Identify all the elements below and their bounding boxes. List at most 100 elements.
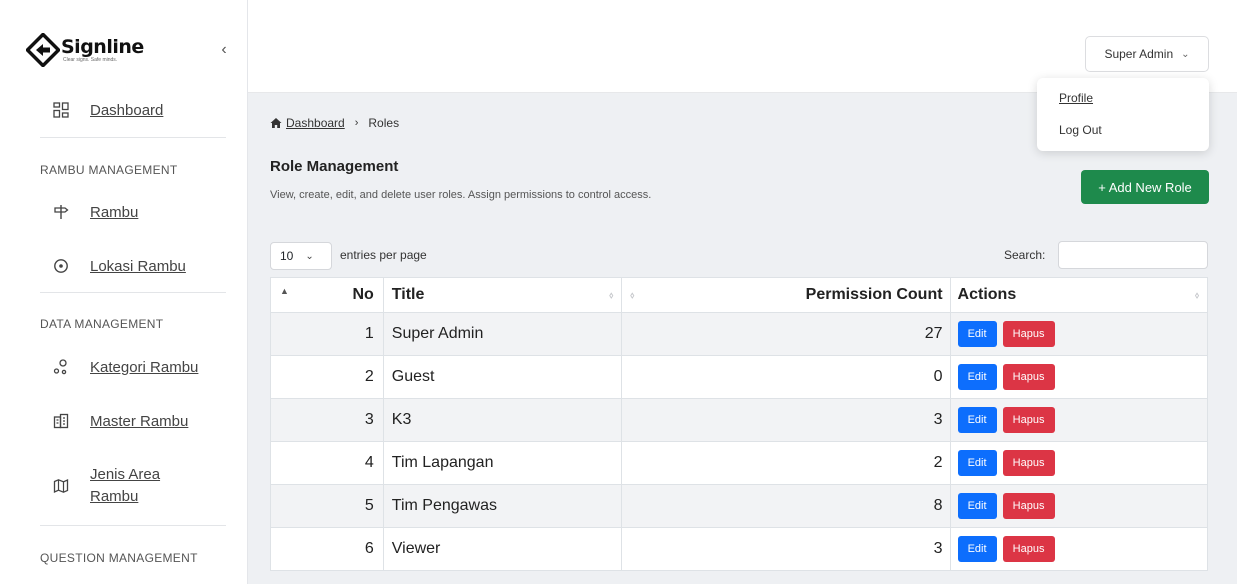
- category-nodes-icon: [52, 358, 70, 376]
- search-label: Search:: [1004, 248, 1046, 262]
- column-header-title[interactable]: Title ⬨: [384, 278, 623, 312]
- sidebar-item-label: Kategori Rambu: [90, 358, 199, 376]
- column-header-label: Actions: [957, 286, 1017, 303]
- table-body: 1 Super Admin 27 Edit Hapus 2 Guest 0 Ed…: [270, 313, 1208, 571]
- entries-per-page-label: entries per page: [340, 248, 427, 262]
- breadcrumb: Dashboard › Roles: [270, 116, 399, 130]
- edit-button[interactable]: Edit: [957, 407, 997, 433]
- column-header-label: Title: [391, 286, 425, 303]
- location-pin-icon: [52, 257, 70, 275]
- sidebar-item-dashboard[interactable]: Dashboard: [52, 101, 163, 119]
- entries-value: 10: [280, 249, 294, 263]
- sidebar-item-label: Rambu: [90, 488, 139, 505]
- edit-button[interactable]: Edit: [957, 536, 997, 562]
- edit-button[interactable]: Edit: [957, 364, 997, 390]
- sidebar-divider: [40, 525, 226, 526]
- sidebar-item-label: Jenis Area: [90, 466, 161, 483]
- chevron-down-icon: ⌄: [305, 250, 314, 262]
- menu-item-logout[interactable]: Log Out: [1059, 123, 1102, 137]
- add-new-role-button[interactable]: + Add New Role: [1081, 170, 1209, 204]
- sidebar-item-master-rambu[interactable]: Master Rambu: [52, 412, 188, 430]
- cell-no: 6: [271, 528, 384, 570]
- sidebar: Signline Clear signs. Safe minds. ‹ Dash…: [0, 0, 248, 584]
- sidebar-item-label: Master Rambu: [90, 412, 189, 430]
- sidebar-item-lokasi-rambu[interactable]: Lokasi Rambu: [52, 257, 186, 275]
- edit-button[interactable]: Edit: [957, 450, 997, 476]
- search-input[interactable]: [1058, 241, 1208, 269]
- breadcrumb-separator: ›: [354, 117, 359, 129]
- delete-button[interactable]: Hapus: [1002, 364, 1055, 390]
- sidebar-item-kategori-rambu[interactable]: Kategori Rambu: [52, 358, 198, 376]
- table-row: 3 K3 3 Edit Hapus: [270, 399, 1208, 442]
- sort-icon: ⬨: [609, 290, 614, 300]
- dashboard-grid-icon: [52, 101, 70, 119]
- column-header-no[interactable]: ▲ No: [271, 278, 384, 312]
- sidebar-item-rambu[interactable]: Rambu: [52, 203, 138, 221]
- sidebar-item-label: Lokasi Rambu: [90, 257, 186, 275]
- entries-per-page-select[interactable]: 10 ⌄: [270, 242, 332, 270]
- cell-no: 1: [271, 313, 384, 355]
- delete-button[interactable]: Hapus: [1002, 493, 1055, 519]
- sort-icon: ⬨: [1194, 290, 1199, 300]
- cell-permission-count: 3: [622, 399, 951, 441]
- sidebar-item-label-group: Jenis Area Rambu: [90, 464, 160, 508]
- delete-button[interactable]: Hapus: [1002, 536, 1055, 562]
- sort-icon: ⬨: [630, 290, 635, 300]
- chevron-down-icon: ⌄: [1181, 48, 1190, 60]
- table-row: 6 Viewer 3 Edit Hapus: [270, 528, 1208, 571]
- brand-name: Signline: [61, 36, 144, 58]
- cell-permission-count: 27: [622, 313, 951, 355]
- cell-actions: Edit Hapus: [951, 442, 1207, 484]
- edit-button[interactable]: Edit: [957, 493, 997, 519]
- menu-item-profile[interactable]: Profile: [1059, 91, 1093, 105]
- column-header-permission-count[interactable]: ⬨ Permission Count: [622, 278, 951, 312]
- table-row: 4 Tim Lapangan 2 Edit Hapus: [270, 442, 1208, 485]
- table-row: 1 Super Admin 27 Edit Hapus: [270, 313, 1208, 356]
- page-description: View, create, edit, and delete user role…: [270, 189, 652, 201]
- cell-title: Guest: [384, 356, 623, 398]
- delete-button[interactable]: Hapus: [1002, 321, 1055, 347]
- home-icon: [270, 118, 282, 128]
- edit-button[interactable]: Edit: [957, 321, 997, 347]
- section-label-data-management: DATA MANAGEMENT: [40, 317, 164, 331]
- page-title: Role Management: [270, 158, 399, 175]
- chevron-left-icon: ‹: [221, 41, 227, 58]
- building-icon: [52, 412, 70, 430]
- cell-title: Tim Pengawas: [384, 485, 623, 527]
- delete-button[interactable]: Hapus: [1002, 407, 1055, 433]
- sidebar-divider: [40, 292, 226, 293]
- cell-actions: Edit Hapus: [951, 399, 1207, 441]
- breadcrumb-dashboard-link[interactable]: Dashboard: [286, 116, 345, 130]
- user-menu-button[interactable]: Super Admin ⌄: [1085, 36, 1209, 72]
- cell-no: 5: [271, 485, 384, 527]
- section-label-question-management: QUESTION MANAGEMENT: [40, 551, 198, 565]
- sidebar-item-jenis-area-rambu[interactable]: Jenis Area Rambu: [52, 464, 160, 508]
- brand-logo[interactable]: Signline Clear signs. Safe minds.: [26, 30, 144, 70]
- user-dropdown-menu: Profile Log Out: [1037, 78, 1209, 151]
- cell-title: K3: [384, 399, 623, 441]
- cell-permission-count: 2: [622, 442, 951, 484]
- brand-tagline: Clear signs. Safe minds.: [63, 57, 118, 63]
- cell-actions: Edit Hapus: [951, 485, 1207, 527]
- user-name: Super Admin: [1104, 47, 1174, 61]
- breadcrumb-current: Roles: [368, 116, 400, 130]
- sidebar-collapse-button[interactable]: ‹: [214, 40, 234, 60]
- column-header-actions[interactable]: Actions ⬨: [951, 278, 1207, 312]
- cell-permission-count: 3: [622, 528, 951, 570]
- cell-permission-count: 0: [622, 356, 951, 398]
- sidebar-item-label: Rambu: [90, 203, 139, 221]
- cell-permission-count: 8: [622, 485, 951, 527]
- brand-text: Signline Clear signs. Safe minds.: [61, 37, 144, 63]
- app-root: Signline Clear signs. Safe minds. ‹ Dash…: [0, 0, 1237, 584]
- delete-button[interactable]: Hapus: [1002, 450, 1055, 476]
- cell-no: 4: [271, 442, 384, 484]
- cell-actions: Edit Hapus: [951, 313, 1207, 355]
- cell-no: 2: [271, 356, 384, 398]
- column-header-label: Permission Count: [805, 286, 943, 303]
- table-row: 5 Tim Pengawas 8 Edit Hapus: [270, 485, 1208, 528]
- cell-actions: Edit Hapus: [951, 356, 1207, 398]
- table-row: 2 Guest 0 Edit Hapus: [270, 356, 1208, 399]
- cell-no: 3: [271, 399, 384, 441]
- sidebar-item-label: Dashboard: [90, 101, 164, 119]
- cell-title: Super Admin: [384, 313, 623, 355]
